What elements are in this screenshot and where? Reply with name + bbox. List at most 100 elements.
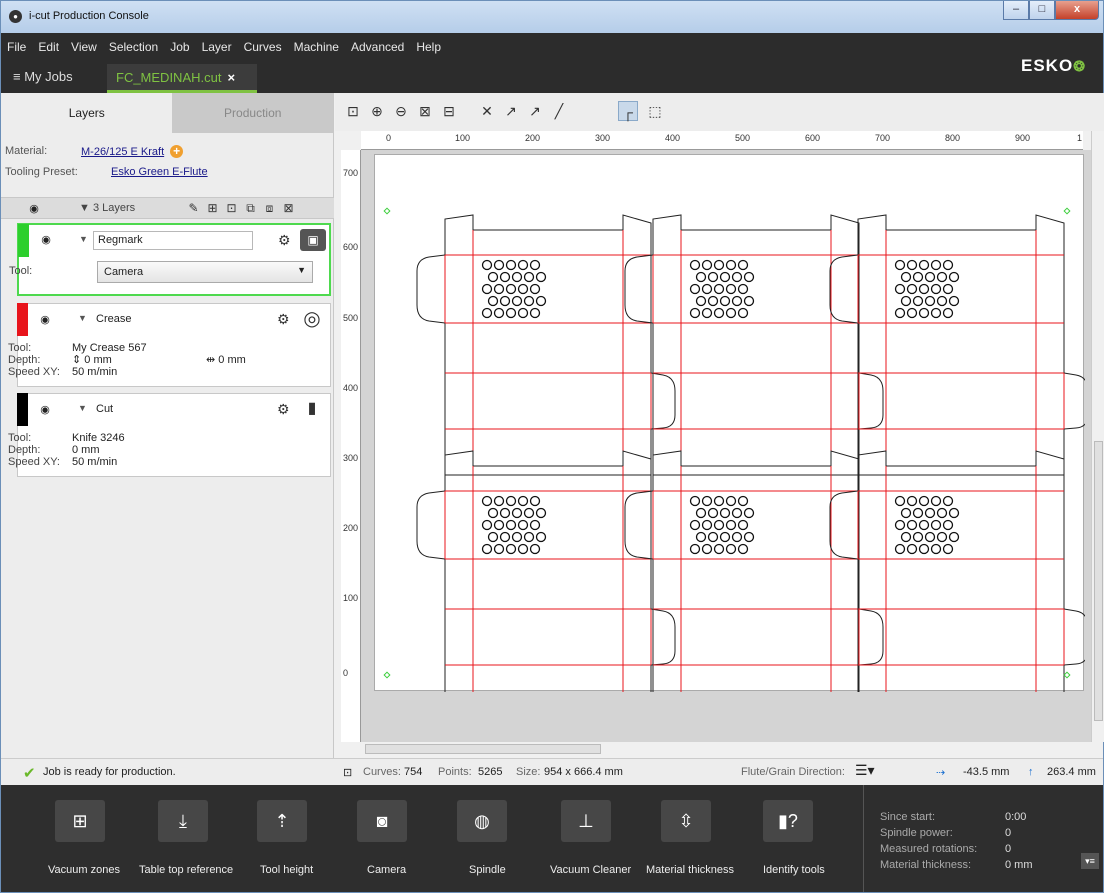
dieline-box[interactable] [624, 450, 884, 712]
line-tool-icon[interactable]: ╱ [549, 101, 569, 121]
maximize-button[interactable]: □ [1029, 1, 1055, 20]
eye-icon[interactable]: ◉ [27, 204, 41, 215]
machine-actions-bar: ⊞ Vacuum zones ⤓ Table top reference ⇡ T… [1, 785, 1103, 892]
vacuum-zones-button[interactable]: ⊞ [55, 800, 105, 842]
tooling-label: Tooling Preset: [5, 166, 78, 178]
menu-layer[interactable]: Layer [202, 40, 232, 54]
vacuum-cleaner-icon: ⊥ [578, 811, 594, 831]
dieline-box[interactable] [624, 214, 884, 476]
menu-selection[interactable]: Selection [109, 40, 158, 54]
zoom-in-icon[interactable]: ⊕ [367, 101, 387, 121]
print-pattern [481, 259, 547, 319]
camera-button[interactable]: ◙ [357, 800, 407, 842]
tab-production[interactable]: Production [172, 93, 333, 133]
material-thickness-icon: ⇳ [678, 811, 694, 831]
identify-tools-button[interactable]: ▮? [763, 800, 813, 842]
knife-icon[interactable]: ▮ [299, 398, 325, 420]
menu-curves[interactable]: Curves [244, 40, 282, 54]
material-sheet[interactable] [374, 154, 1089, 712]
camera-icon[interactable]: ▣ [300, 229, 326, 251]
flute-direction-select[interactable]: ☰▾ [855, 762, 875, 779]
close-button[interactable]: x [1055, 1, 1099, 20]
layer-cut[interactable]: ◉ ▼ Cut ⚙ ▮ Tool: Knife 3246 Depth: 0 mm S… [8, 393, 331, 477]
spindle-icon: ◍ [474, 811, 490, 831]
layer-crease[interactable]: ◉ ▼ Crease ⚙ ◎ Tool: My Crease 567 Depth:… [8, 303, 331, 387]
tab-bar: ≡ My Jobs FC_MEDINAH.cut × [1, 61, 1003, 93]
tab-layers[interactable]: Layers [1, 93, 173, 133]
dieline-box[interactable] [416, 214, 676, 476]
table-top-reference-button[interactable]: ⤓ [158, 800, 208, 842]
curve-start-icon[interactable]: ↗ [501, 101, 521, 121]
pen-icon[interactable]: ✎ [184, 201, 203, 216]
menu-edit[interactable]: Edit [38, 40, 59, 54]
regmark[interactable] [383, 671, 391, 679]
vacuum-cleaner-button[interactable]: ⊥ [561, 800, 611, 842]
width-icon: ⇹ [206, 354, 219, 366]
menu-job[interactable]: Job [170, 40, 189, 54]
print-pattern [689, 259, 755, 319]
my-jobs-button[interactable]: ≡ My Jobs [13, 69, 73, 84]
tool-select[interactable]: Camera ▼ [97, 261, 313, 283]
regmark[interactable] [383, 207, 391, 215]
add-layer-icon[interactable]: ⊞ [203, 201, 222, 216]
dieline-box[interactable] [829, 214, 1089, 476]
minimize-button[interactable]: – [1003, 1, 1029, 20]
arrow-down-icon: ⤓ [179, 811, 187, 831]
close-tab-icon[interactable]: × [227, 70, 235, 85]
vacuum-zones-icon: ⊞ [72, 811, 88, 831]
dropdown-arrow-icon: ▼ [297, 265, 306, 275]
dieline-box[interactable] [829, 450, 1089, 712]
dieline-drawing[interactable] [375, 155, 1089, 712]
gear-icon[interactable]: ⚙ [277, 401, 290, 418]
zoom-out-icon[interactable]: ⊖ [391, 101, 411, 121]
menu-machine[interactable]: Machine [294, 40, 339, 54]
zoom-fit-icon[interactable]: ⊡ [343, 101, 363, 121]
gear-icon[interactable]: ⚙ [278, 232, 291, 249]
regmark[interactable] [1063, 671, 1071, 679]
dieline-box[interactable] [416, 450, 676, 712]
menu-view[interactable]: View [71, 40, 97, 54]
regmark[interactable] [1063, 207, 1071, 215]
node-tool-icon[interactable]: ✕ [477, 101, 497, 121]
gear-icon[interactable]: ⚙ [277, 311, 290, 328]
app-window: ● i-cut Production Console – □ x File Ed… [0, 0, 1104, 893]
curve-end-icon[interactable]: ↗ [525, 101, 545, 121]
copy-layer-icon[interactable]: ⧉ [241, 201, 260, 216]
tooling-link[interactable]: Esko Green E-Flute [111, 166, 208, 178]
layer-name: Cut [96, 403, 114, 415]
horizontal-scroll-thumb[interactable] [365, 744, 601, 754]
menu-help[interactable]: Help [416, 40, 441, 54]
material-thickness-button[interactable]: ⇳ [661, 800, 711, 842]
layer-regmark[interactable]: ◉ ▼ Regmark ⚙ ▣ Tool: Camera ▼ [9, 223, 331, 296]
layer-name-input[interactable]: Regmark [93, 231, 253, 250]
material-link[interactable]: M-26/125 E Kraft + [81, 145, 184, 158]
crease-wheel-icon[interactable]: ◎ [299, 308, 325, 330]
ruler-toggle-icon[interactable]: ┌ [618, 101, 638, 121]
statistics-icon[interactable]: ⊡ [343, 766, 352, 779]
left-panel: Layers Production Material: M-26/125 E K… [1, 93, 334, 758]
eye-icon[interactable]: ◉ [39, 235, 53, 246]
add-material-icon[interactable]: + [170, 145, 184, 158]
tool-height-button[interactable]: ⇡ [257, 800, 307, 842]
collapse-icon[interactable]: ▼ [79, 234, 88, 244]
merge-layer-icon[interactable]: ⧈ [260, 201, 279, 216]
window-title: i-cut Production Console [29, 10, 149, 22]
print-pattern [481, 495, 547, 555]
delete-layer-icon[interactable]: ⊠ [279, 201, 298, 216]
add-sublayer-icon[interactable]: ⊡ [222, 201, 241, 216]
menu-file[interactable]: File [7, 40, 26, 54]
machine-stats: Since start: 0:00 Spindle power: 0 Measure… [863, 785, 1103, 892]
layers-header: ◉ ▼ 3 Layers ✎ ⊞ ⊡ ⧉ ⧈ ⊠ [1, 197, 334, 219]
print-pattern [689, 495, 755, 555]
zoom-selection-icon[interactable]: ⊠ [415, 101, 435, 121]
select-rect-icon[interactable]: ⬚ [645, 101, 665, 121]
esko-logo: ESKO❂ [1003, 33, 1103, 93]
spindle-button[interactable]: ◍ [457, 800, 507, 842]
zoom-sheet-icon[interactable]: ⊟ [439, 101, 459, 121]
menu-advanced[interactable]: Advanced [351, 40, 404, 54]
check-icon: ✔ [23, 765, 36, 782]
tab-job[interactable]: FC_MEDINAH.cut × [107, 64, 257, 93]
stats-menu-button[interactable]: ▾≡ [1081, 853, 1099, 869]
layers-count: ▼ 3 Layers [79, 202, 136, 214]
vertical-scroll-thumb[interactable] [1094, 441, 1103, 721]
